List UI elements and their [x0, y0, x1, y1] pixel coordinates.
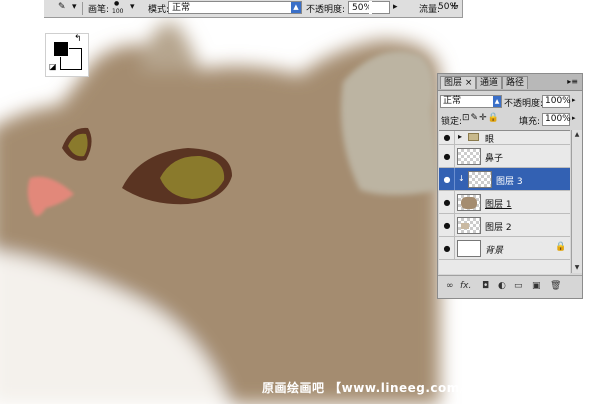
layer-opacity-value: 100%	[545, 96, 571, 106]
fill-value: 100%	[545, 114, 571, 124]
layers-list: ● ▸ 眼 ● 鼻子 ● ↓ 图层 3 ● 图层 1 ● 图层 2 ● 背景 🔒	[439, 130, 570, 274]
default-colors-icon[interactable]: ◪	[49, 62, 57, 71]
eye-icon[interactable]: ●	[442, 175, 452, 184]
layer-background[interactable]: ● 背景 🔒	[439, 237, 570, 260]
layer-name: 眼	[485, 135, 495, 145]
layers-bottom-bar: ∞ fx. ◘ ◐ ▭ ▣ 🗑	[438, 275, 582, 298]
layer-2[interactable]: ● 图层 2	[439, 214, 570, 237]
options-bar: ✎ ▾ 画笔: ● 100 ▾ 模式: 正常 ▲ 不透明度: 50% ▸ 流量: …	[44, 0, 463, 18]
folder-icon	[468, 133, 479, 141]
chevron-down-icon: ▲	[493, 96, 501, 107]
mode-label: 模式:	[148, 5, 170, 15]
layer-name: 背景	[485, 246, 504, 256]
scroll-down-icon[interactable]: ▼	[572, 263, 582, 273]
eye-icon[interactable]: ●	[442, 152, 452, 161]
layer-nose[interactable]: ● 鼻子	[439, 145, 570, 168]
panel-menu-icon[interactable]: ▸≡	[567, 77, 578, 86]
tab-layers[interactable]: 图层 ×	[440, 76, 477, 89]
layer-name: 图层 2	[485, 223, 512, 233]
adjustment-icon[interactable]: ◐	[498, 281, 506, 291]
brush-icon[interactable]: ✎	[58, 2, 66, 12]
lock-options-icons[interactable]: ⊡✎✛🔒	[462, 113, 500, 123]
layer-thumbnail	[457, 148, 481, 165]
fill-input[interactable]: 100%	[542, 113, 571, 126]
layer-thumbnail	[457, 240, 481, 257]
trash-icon[interactable]: 🗑	[550, 281, 561, 291]
eye-icon[interactable]: ●	[442, 221, 452, 230]
airbrush-icon[interactable]: ✢	[451, 2, 459, 12]
fx-button[interactable]: fx.	[460, 281, 471, 291]
layer-thumbnail	[457, 217, 481, 234]
foreground-color[interactable]	[53, 41, 69, 57]
brush-dropdown-icon[interactable]: ▾	[130, 2, 135, 12]
brush-preview-dot[interactable]: ●	[114, 0, 119, 7]
layer-opacity-label: 不透明度:	[504, 99, 544, 109]
scroll-up-icon[interactable]: ▲	[572, 130, 582, 140]
eye-icon[interactable]: ●	[442, 198, 452, 207]
layers-panel: 图层 × 通道 路径 ▸≡ 正常 ▲ 不透明度: 100% ▸ 锁定: ⊡✎✛🔒 …	[437, 73, 583, 299]
swap-colors-icon[interactable]: ↰	[74, 34, 82, 44]
tab-paths[interactable]: 路径	[502, 76, 529, 89]
panel-tabs: 图层 × 通道 路径 ▸≡	[438, 74, 582, 91]
lock-icon: 🔒	[555, 242, 567, 252]
chevron-down-icon[interactable]: ▾	[72, 2, 77, 12]
eye-icon[interactable]: ●	[442, 133, 452, 142]
eye-icon[interactable]: ●	[442, 244, 452, 253]
blend-row: 正常 ▲ 不透明度: 100% ▸	[438, 94, 582, 109]
layer-1[interactable]: ● 图层 1	[439, 191, 570, 214]
lock-row: 锁定: ⊡✎✛🔒 填充: 100% ▸	[438, 112, 582, 127]
chevron-down-icon: ▲	[291, 2, 301, 13]
flow-label: 流量:	[419, 5, 441, 15]
layer-opacity-input[interactable]: 100%	[542, 95, 571, 108]
brush-label: 画笔:	[88, 5, 110, 15]
chevron-right-icon[interactable]: ▸	[458, 132, 462, 141]
layer-name: 图层 1	[485, 200, 512, 210]
layers-scrollbar[interactable]: ▲ ▼	[571, 130, 582, 273]
mode-select[interactable]: 正常 ▲	[168, 1, 302, 14]
group-folder-icon[interactable]: ▭	[514, 281, 523, 291]
layer-group-eye[interactable]: ● ▸ 眼	[439, 131, 570, 145]
link-icon[interactable]: ∞	[446, 281, 454, 291]
spacer	[369, 1, 372, 14]
fill-arrow-icon[interactable]: ▸	[572, 114, 576, 122]
tab-channels[interactable]: 通道	[476, 76, 503, 89]
blend-mode-value: 正常	[443, 96, 462, 106]
tab-channels-label: 通道	[480, 78, 499, 88]
layer-thumbnail	[468, 171, 492, 188]
layer-name: 鼻子	[485, 154, 504, 164]
opacity-arrow-icon[interactable]: ▸	[393, 2, 398, 12]
new-layer-icon[interactable]: ▣	[532, 281, 541, 291]
layer-3[interactable]: ● ↓ 图层 3	[439, 168, 570, 191]
tab-layers-label: 图层	[444, 78, 463, 88]
clip-arrow-icon: ↓	[458, 174, 465, 183]
opacity-arrow-icon[interactable]: ▸	[572, 96, 576, 104]
opacity-label: 不透明度:	[306, 5, 346, 15]
close-icon[interactable]: ×	[465, 78, 473, 88]
tab-paths-label: 路径	[506, 78, 525, 88]
watermark-text: 原画绘画吧 【www.lineeg.com/tieba/1797】	[262, 381, 555, 395]
layer-name: 图层 3	[496, 177, 523, 187]
lock-label: 锁定:	[441, 117, 463, 127]
brush-size: 100	[112, 8, 124, 15]
fill-label: 填充:	[519, 117, 541, 127]
color-swatch[interactable]: ↰ ◪	[45, 33, 89, 77]
mask-icon[interactable]: ◘	[482, 281, 489, 291]
mode-value: 正常	[172, 3, 191, 13]
layer-thumbnail	[457, 194, 481, 211]
blend-mode-select[interactable]: 正常 ▲	[440, 95, 502, 108]
